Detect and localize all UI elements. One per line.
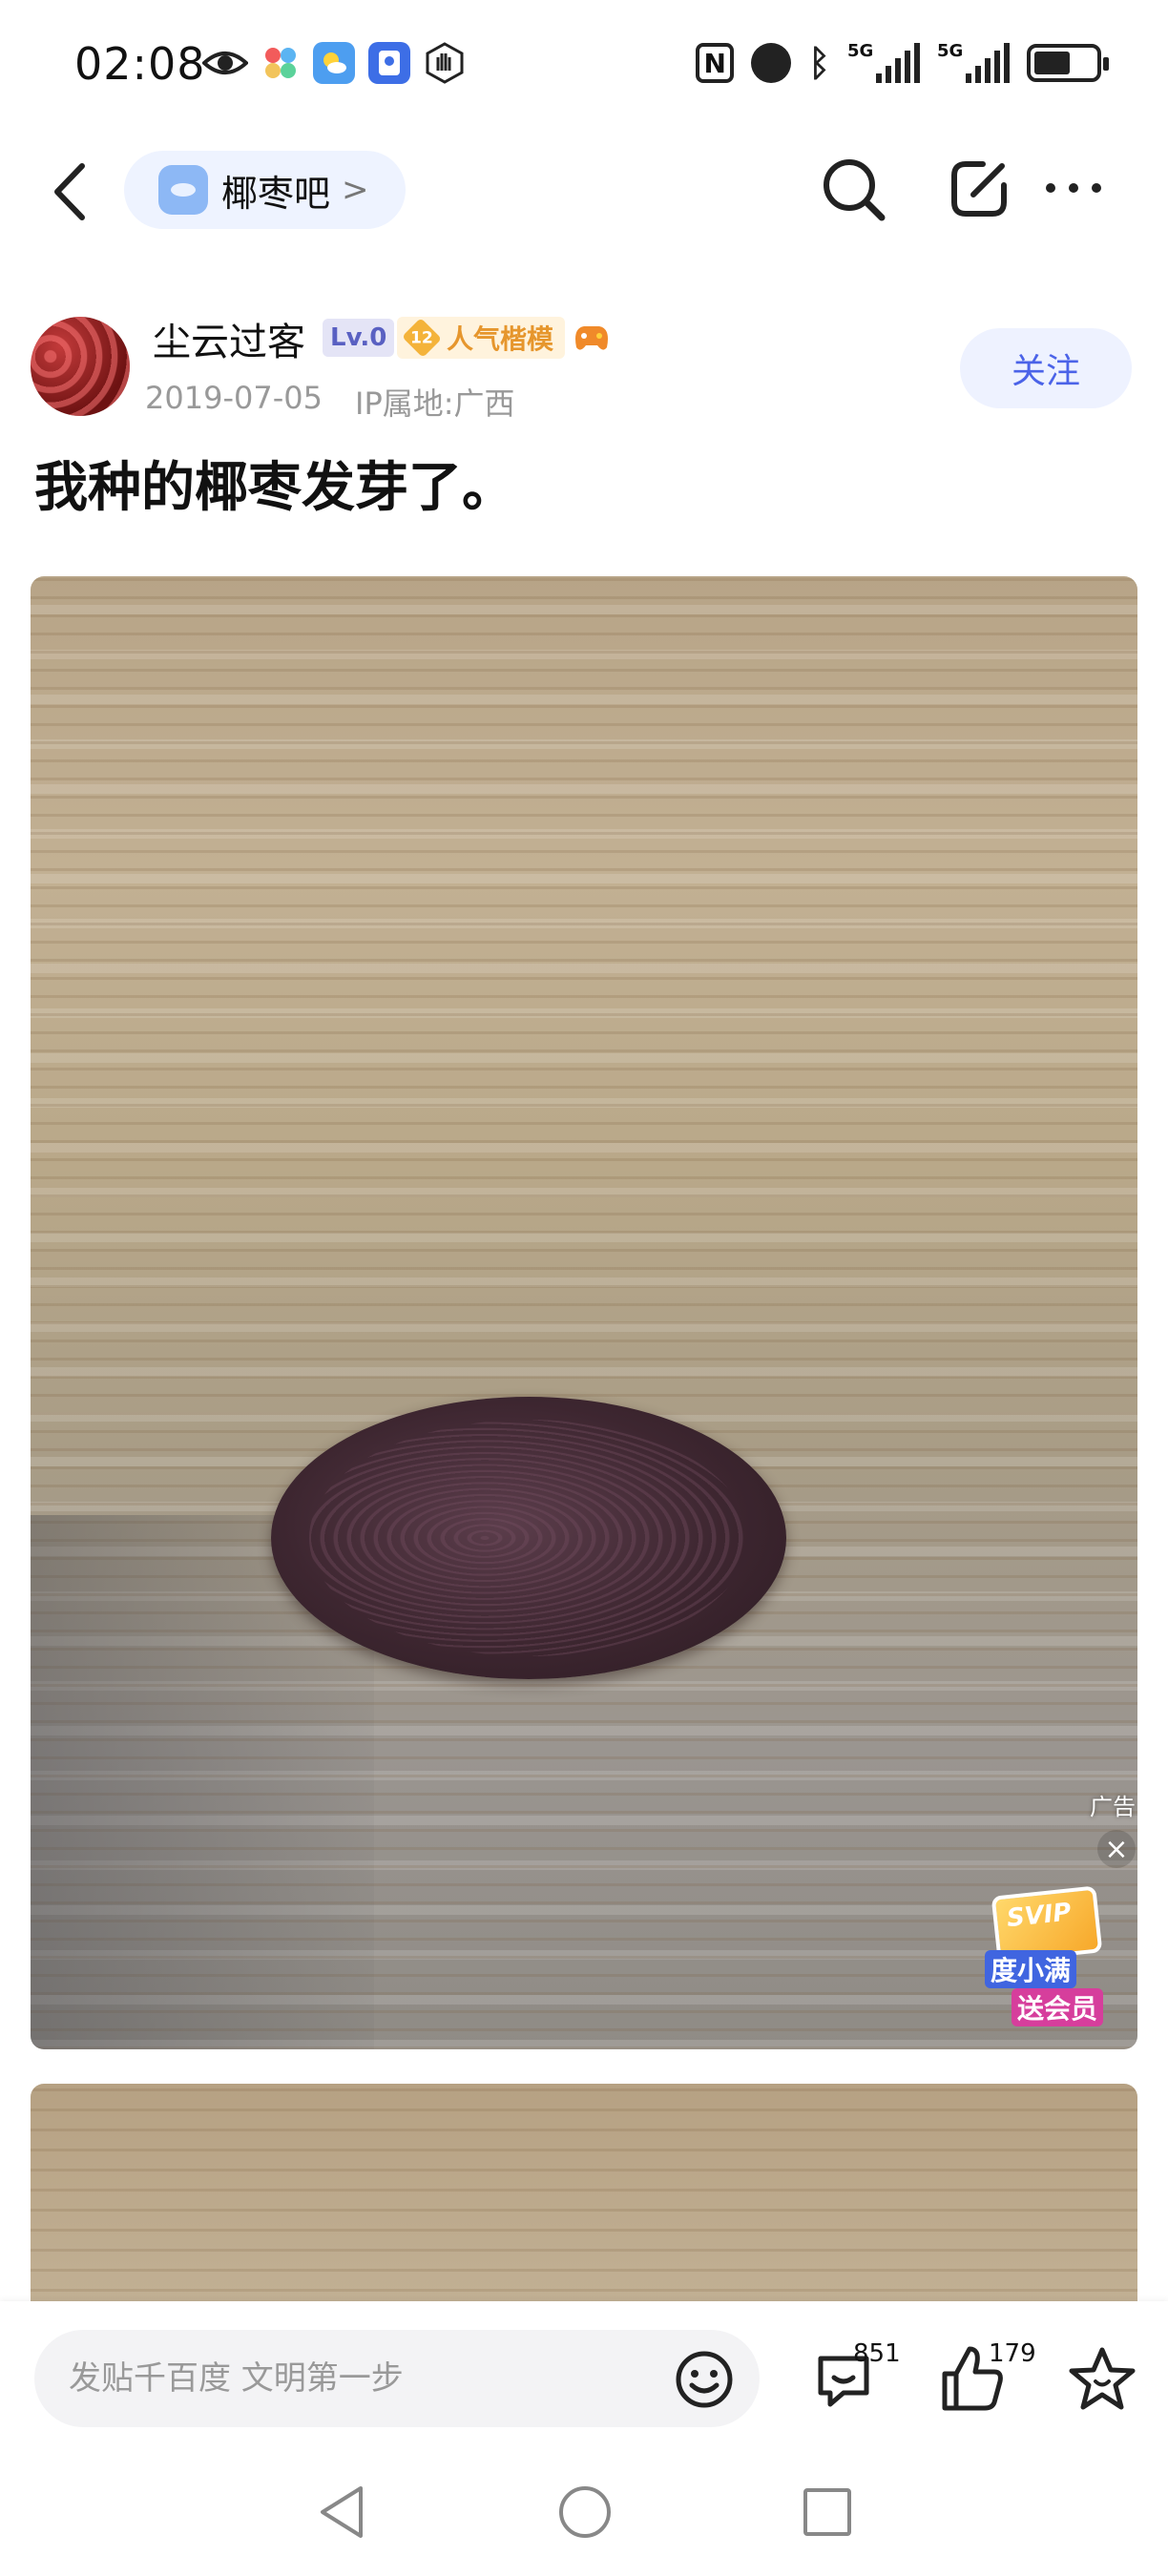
popularity-badge: 12 人气楷模 xyxy=(397,317,566,359)
ip-location: IP属地:广西 xyxy=(355,385,515,422)
weather-icon xyxy=(313,42,355,84)
post-page: 02:08 N ᛒ 5G 5G 椰枣吧 > 尘云过客 Lv.0 12 人气楷模 … xyxy=(0,0,1168,2576)
reply-input[interactable] xyxy=(34,2330,760,2427)
bluetooth-icon: ᛒ xyxy=(808,42,830,84)
recent-square-icon[interactable] xyxy=(803,2488,851,2536)
battery-icon xyxy=(1027,44,1109,82)
gamepad-icon xyxy=(575,326,608,350)
popularity-title: 人气楷模 xyxy=(447,323,554,355)
security-icon xyxy=(368,42,410,84)
like-count: 179 xyxy=(989,2339,1036,2368)
network-label: 5G xyxy=(937,41,964,61)
level-badge: Lv.0 xyxy=(323,319,395,357)
comment-count: 851 xyxy=(853,2339,901,2368)
status-icons-left xyxy=(202,42,466,84)
home-circle-icon[interactable] xyxy=(559,2486,611,2538)
forum-name: 椰枣吧 xyxy=(221,172,331,215)
eye-icon xyxy=(202,52,248,74)
favorite-icon[interactable] xyxy=(1067,2345,1137,2414)
chevron-right-icon: > xyxy=(342,171,369,209)
follow-button[interactable]: 关注 xyxy=(960,328,1132,408)
post-title: 我种的椰枣发芽了。 xyxy=(34,457,515,519)
author-name[interactable]: 尘云过客 xyxy=(153,311,305,366)
forum-avatar xyxy=(158,165,208,215)
post-image[interactable]: 广告 × SVIP 度小满 送会员 xyxy=(31,576,1137,2049)
hand-icon xyxy=(426,42,464,84)
more-icon[interactable] xyxy=(1046,174,1115,202)
avatar[interactable] xyxy=(31,317,130,416)
status-time: 02:08 xyxy=(74,38,206,90)
nfc-icon: N xyxy=(696,43,735,83)
ad-banner[interactable]: SVIP 度小满 送会员 xyxy=(985,1885,1109,2026)
date-seed-photo xyxy=(271,1397,786,1679)
popularity-level: 12 xyxy=(410,328,433,347)
alarm-icon xyxy=(751,43,792,83)
bottom-action-bar: 851 179 xyxy=(0,2301,1168,2454)
status-icons-right: N ᛒ 5G 5G xyxy=(696,42,1109,84)
pinwheel-icon xyxy=(265,48,296,78)
signal-5g-icon: 5G xyxy=(937,43,1010,83)
ad-label: 广告 xyxy=(1090,1794,1136,1820)
author-row: 尘云过客 Lv.0 12 人气楷模 2019-07-05 IP属地:广西 关注 xyxy=(0,303,1168,427)
status-bar: 02:08 N ᛒ 5G 5G xyxy=(0,0,1168,134)
ad-line2: 送会员 xyxy=(1012,1988,1104,2026)
ad-line1: 度小满 xyxy=(985,1950,1077,1988)
signal-5g-icon: 5G xyxy=(847,43,920,83)
search-icon[interactable] xyxy=(819,155,887,223)
back-icon[interactable] xyxy=(48,158,95,225)
edit-icon[interactable] xyxy=(945,155,1013,223)
nav-bar: 椰枣吧 > xyxy=(0,134,1168,248)
network-label: 5G xyxy=(847,41,874,61)
post-date: 2019-07-05 xyxy=(145,380,323,416)
emoji-icon[interactable] xyxy=(674,2349,735,2410)
close-icon[interactable]: × xyxy=(1097,1830,1136,1868)
post-image-2[interactable] xyxy=(31,2084,1137,2332)
forum-link[interactable]: 椰枣吧 > xyxy=(124,151,406,229)
back-triangle-icon[interactable] xyxy=(315,2483,368,2542)
system-navigation-bar xyxy=(0,2454,1168,2576)
